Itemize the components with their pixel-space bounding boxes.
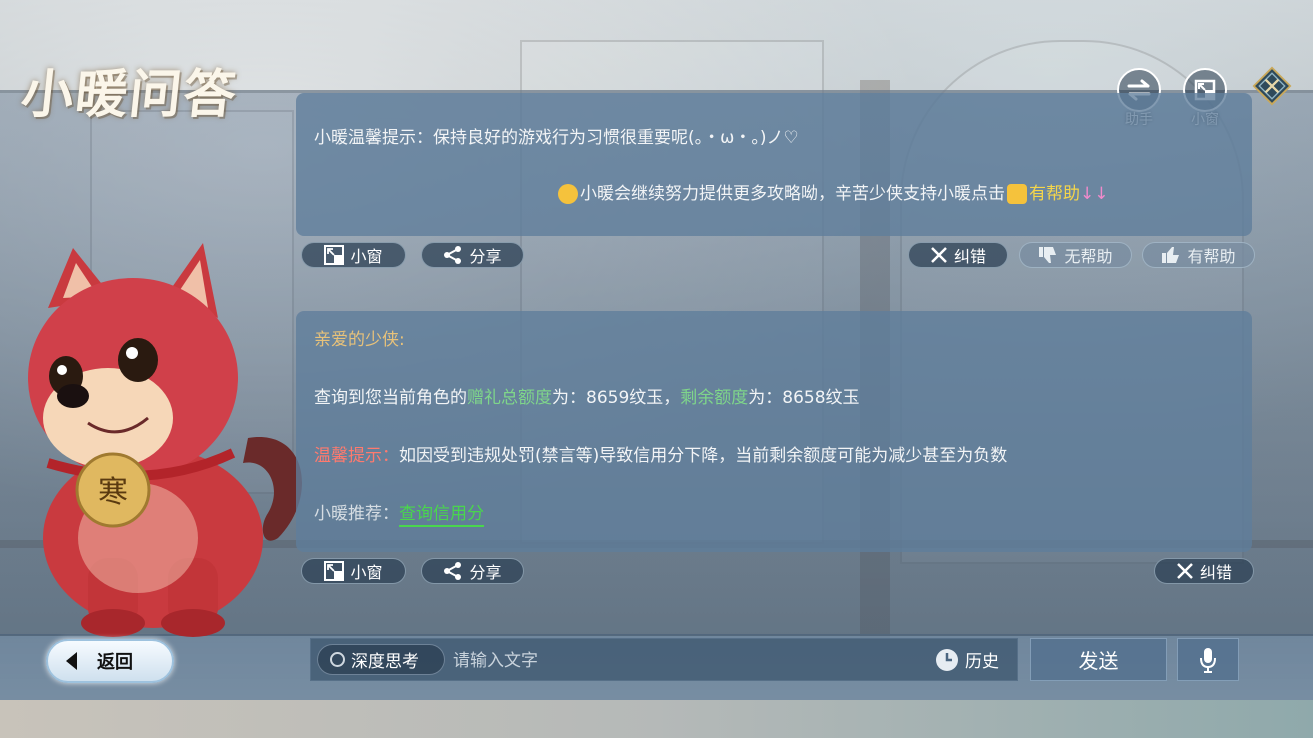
mascot-dog: 寒 bbox=[28, 243, 302, 637]
gift-total-value: 为：8659纹玉， bbox=[552, 388, 681, 408]
answer-card-2: 亲爱的少侠: 查询到您当前角色的赠礼总额度为：8659纹玉，剩余额度为：8658… bbox=[296, 311, 1252, 552]
arrows-text: ↓↓ bbox=[1080, 184, 1109, 204]
thumbs-down-icon bbox=[1039, 247, 1057, 263]
card1-correct-label: 纠错 bbox=[953, 247, 986, 266]
deep-think-toggle[interactable]: 深度思考 bbox=[317, 644, 445, 675]
close-x-icon bbox=[931, 247, 947, 263]
close-icon bbox=[1252, 66, 1292, 106]
card1-helpful-button[interactable]: 有帮助 bbox=[1142, 242, 1255, 268]
credit-score-link[interactable]: 查询信用分 bbox=[399, 504, 484, 527]
card2-mini-window-button[interactable]: 小窗 bbox=[301, 558, 406, 584]
clock-icon bbox=[936, 648, 958, 671]
card2-share-label: 分享 bbox=[469, 563, 502, 582]
card2-share-button[interactable]: 分享 bbox=[421, 558, 524, 584]
share-icon bbox=[444, 562, 462, 580]
page-title: 小暖问答 bbox=[18, 64, 241, 125]
back-arrow-icon bbox=[66, 652, 77, 670]
microphone-icon bbox=[1200, 647, 1216, 673]
thumbs-up-emoji-icon bbox=[1007, 184, 1027, 204]
radio-icon bbox=[330, 652, 345, 667]
card1-unhelpful-button[interactable]: 无帮助 bbox=[1019, 242, 1132, 268]
card1-helpful-label: 有帮助 bbox=[1187, 247, 1236, 266]
card1-share-button[interactable]: 分享 bbox=[421, 242, 524, 268]
answer-card-1: 小暖温馨提示：保持良好的游戏行为习惯很重要呢(。・ω・。)ノ♡ 小暖会继续努力提… bbox=[296, 93, 1252, 236]
back-label: 返回 bbox=[97, 652, 133, 673]
mini-window-icon bbox=[324, 561, 345, 581]
voice-input-button[interactable] bbox=[1177, 638, 1239, 681]
thanks-line: 小暖会继续努力提供更多攻略呦，辛苦少侠支持小暖点击 有帮助↓↓ bbox=[558, 179, 1109, 204]
query-prefix: 查询到您当前角色的 bbox=[314, 388, 467, 408]
card2-correct-button[interactable]: 纠错 bbox=[1154, 558, 1254, 584]
history-label: 历史 bbox=[965, 652, 999, 672]
close-x-icon bbox=[1177, 563, 1193, 579]
gift-total-label: 赠礼总额度 bbox=[467, 388, 552, 408]
share-icon bbox=[444, 246, 462, 264]
warm-tip-line: 温馨提示：如因受到违规处罚(禁言等)导致信用分下降，当前剩余额度可能为减少甚至为… bbox=[314, 441, 1007, 466]
deep-think-label: 深度思考 bbox=[351, 652, 419, 672]
card1-correct-button[interactable]: 纠错 bbox=[908, 242, 1008, 268]
remaining-label: 剩余额度 bbox=[680, 388, 749, 408]
recommend-label: 小暖推荐： bbox=[314, 504, 399, 524]
card1-mini-window-button[interactable]: 小窗 bbox=[301, 242, 406, 268]
history-button[interactable]: 历史 bbox=[935, 647, 999, 672]
send-button[interactable]: 发送 bbox=[1030, 638, 1167, 681]
mini-window-icon bbox=[324, 245, 345, 265]
close-button[interactable] bbox=[1252, 66, 1292, 106]
query-line: 查询到您当前角色的赠礼总额度为：8659纹玉，剩余额度为：8658纹玉 bbox=[314, 383, 860, 408]
thumbs-up-icon bbox=[1162, 247, 1180, 263]
card2-mini-window-label: 小窗 bbox=[350, 563, 383, 582]
mascot-tag: 寒 bbox=[98, 475, 128, 510]
greeting-text: 亲爱的少侠: bbox=[314, 330, 405, 350]
warm-tip-text: 如因受到违规处罚(禁言等)导致信用分下降，当前剩余额度可能为减少甚至为负数 bbox=[399, 446, 1008, 466]
chat-input[interactable] bbox=[451, 643, 925, 679]
helpful-inline-text: 有帮助 bbox=[1029, 184, 1080, 204]
bottom-strip bbox=[0, 700, 1313, 738]
thanks-text: 小暖会继续努力提供更多攻略呦，辛苦少侠支持小暖点击 bbox=[580, 184, 1005, 204]
remaining-value: 为：8658纹玉 bbox=[748, 388, 860, 408]
card1-unhelpful-label: 无帮助 bbox=[1064, 247, 1113, 266]
card1-mini-window-label: 小窗 bbox=[350, 247, 383, 266]
card2-correct-label: 纠错 bbox=[1199, 563, 1232, 582]
card1-share-label: 分享 bbox=[469, 247, 502, 266]
warm-tip-label: 温馨提示： bbox=[314, 446, 399, 466]
shy-emoji-icon bbox=[558, 184, 578, 204]
back-button[interactable]: 返回 bbox=[46, 639, 174, 683]
tip-text: 小暖温馨提示：保持良好的游戏行为习惯很重要呢(。・ω・。)ノ♡ bbox=[314, 128, 799, 148]
recommend-line: 小暖推荐：查询信用分 bbox=[314, 499, 484, 527]
chat-input-area: 深度思考 历史 bbox=[310, 638, 1018, 681]
